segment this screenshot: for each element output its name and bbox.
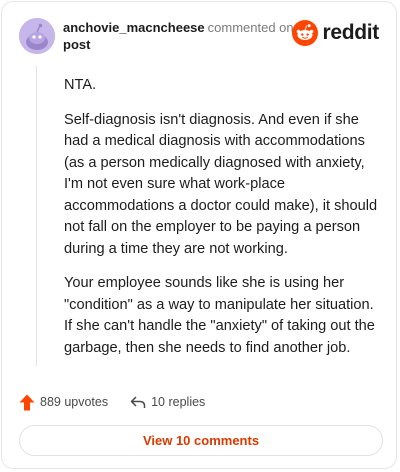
upvote-button[interactable]: 889 upvotes xyxy=(19,394,108,411)
comment-paragraph: Your employee sounds like she is using h… xyxy=(64,275,375,356)
action-text: commented on xyxy=(207,20,294,35)
comment-body: NTA. Self-diagnosis isn't diagnosis. And… xyxy=(64,75,384,372)
comment-actions: 889 upvotes 10 replies xyxy=(19,392,227,412)
comment-card: anchovie_macncheese commented on post red… xyxy=(1,1,397,469)
avatar[interactable] xyxy=(19,18,55,54)
upvote-count: 889 upvotes xyxy=(40,395,109,409)
replies-button[interactable]: 10 replies xyxy=(130,395,205,409)
replies-count: 10 replies xyxy=(151,395,206,409)
view-comments-label: View 10 comments xyxy=(142,433,260,448)
comment-paragraph: NTA. xyxy=(64,77,97,93)
comment-paragraph: Self-diagnosis isn't diagnosis. And even… xyxy=(64,111,378,257)
post-link[interactable]: post xyxy=(63,36,294,53)
upvote-arrow-icon xyxy=(19,394,35,410)
view-comments-button[interactable]: View 10 comments xyxy=(19,425,383,456)
comment-header: anchovie_macncheese commented on post red… xyxy=(19,17,379,57)
reddit-logo[interactable]: reddit xyxy=(292,20,379,46)
reply-arrow-icon xyxy=(130,396,146,408)
snoo-avatar-icon xyxy=(19,18,55,54)
reddit-snoo-icon xyxy=(292,20,319,46)
thread-line xyxy=(36,66,37,366)
comment-meta: anchovie_macncheese commented on post xyxy=(63,19,294,53)
reddit-wordmark: reddit xyxy=(322,21,379,44)
username[interactable]: anchovie_macncheese xyxy=(63,20,205,35)
